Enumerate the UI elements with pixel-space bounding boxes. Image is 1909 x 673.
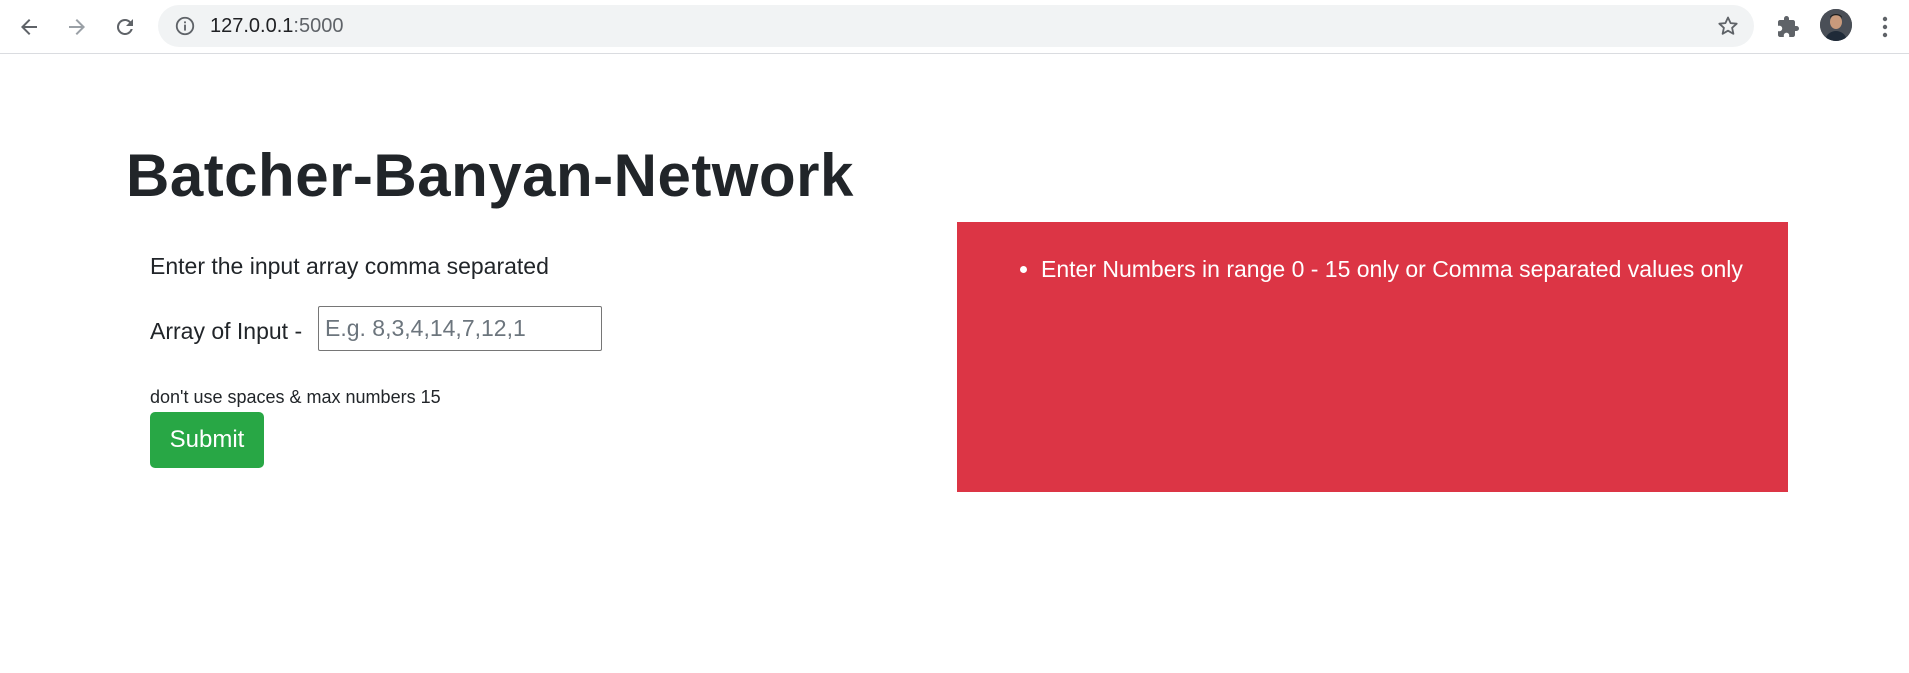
instruction-text: Enter the input array comma separated [150,253,549,279]
browser-menu-button[interactable] [1870,9,1900,45]
kebab-menu-icon [1882,16,1888,38]
back-button[interactable] [11,9,47,45]
input-hint: don't use spaces & max numbers 15 [150,387,441,407]
error-message: Enter Numbers in range 0 - 15 only or Co… [1041,251,1748,287]
submit-button[interactable]: Submit [150,412,264,468]
error-alert: Enter Numbers in range 0 - 15 only or Co… [957,222,1788,492]
page-title: Batcher-Banyan-Network [126,142,854,209]
avatar[interactable] [1820,9,1852,41]
back-arrow-icon [21,19,37,35]
puzzle-icon [1778,16,1799,37]
url-port: :5000 [293,15,344,37]
info-icon[interactable] [174,15,196,37]
forward-arrow-icon [69,19,85,35]
address-bar[interactable]: 127.0.0.1:5000 [158,5,1754,47]
url-text: 127.0.0.1:5000 [210,15,343,37]
forward-button[interactable] [59,9,95,45]
reload-icon [116,18,133,35]
url-host: 127.0.0.1 [210,15,294,37]
array-input[interactable] [318,306,602,351]
array-input-label: Array of Input - [150,318,303,344]
reload-button[interactable] [107,9,143,45]
browser-toolbar: 127.0.0.1:5000 [0,0,1909,54]
star-icon[interactable] [1716,14,1740,38]
profile-photo [1820,9,1852,41]
error-list: Enter Numbers in range 0 - 15 only or Co… [957,222,1788,287]
extensions-button[interactable] [1770,9,1806,45]
